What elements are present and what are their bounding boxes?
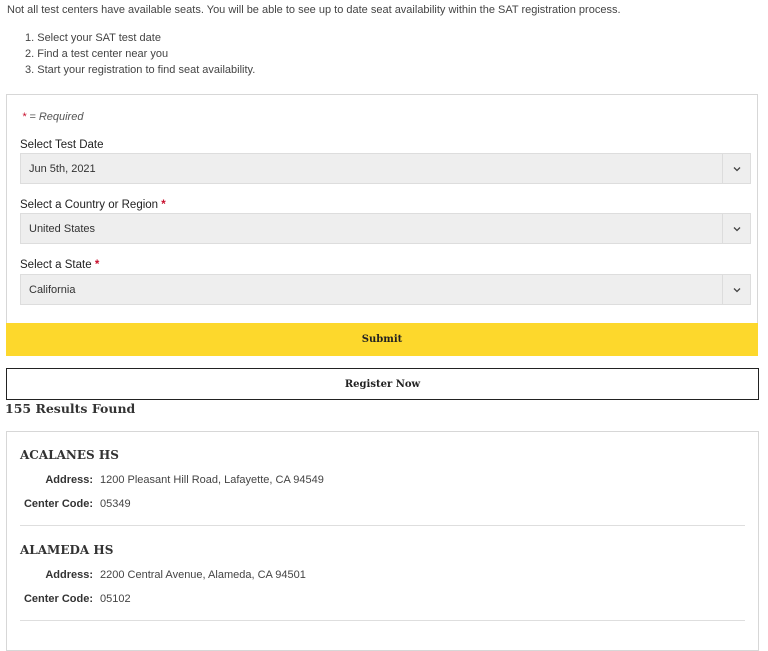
state-label-text: Select a State (20, 259, 92, 271)
country-label-text: Select a Country or Region (20, 199, 159, 211)
chevron-down-icon (722, 214, 750, 243)
required-star: * (94, 259, 100, 271)
search-form: * = Required Select Test Date Jun 5th, 2… (6, 94, 758, 356)
country-label: Select a Country or Region * (20, 199, 166, 211)
register-now-button[interactable]: Register Now (6, 368, 759, 400)
results-list: ACALANES HS Address: 1200 Pleasant Hill … (6, 431, 759, 651)
center-code-row: Center Code: 05102 (20, 587, 745, 611)
test-date-value: Jun 5th, 2021 (29, 162, 96, 175)
country-select[interactable]: United States (20, 213, 751, 244)
center-name: ALAMEDA HS (20, 543, 114, 557)
country-value: United States (29, 222, 96, 235)
steps-list: 1. Select your SAT test date 2. Find a t… (25, 30, 255, 78)
required-note: * = Required (22, 111, 83, 123)
divider (20, 620, 745, 621)
chevron-down-icon (722, 154, 750, 183)
divider (20, 525, 745, 526)
state-select[interactable]: California (20, 274, 751, 305)
step-item: 1. Select your SAT test date (25, 32, 161, 44)
center-code-row: Center Code: 05349 (20, 492, 745, 516)
address-label: Address: (45, 569, 93, 581)
center-name: ACALANES HS (20, 448, 119, 462)
center-code-value: 05102 (100, 593, 131, 605)
test-date-label: Select Test Date (20, 139, 104, 151)
test-date-select[interactable]: Jun 5th, 2021 (20, 153, 751, 184)
required-note-text: = Required (26, 111, 84, 123)
state-label: Select a State * (20, 259, 99, 271)
list-item: ACALANES HS Address: 1200 Pleasant Hill … (20, 448, 745, 516)
state-value: California (29, 283, 76, 296)
center-code-label: Center Code: (23, 498, 93, 510)
chevron-down-icon (722, 275, 750, 304)
center-code-label: Center Code: (23, 593, 93, 605)
step-item: 2. Find a test center near you (25, 48, 169, 60)
address-row: Address: 2200 Central Avenue, Alameda, C… (20, 563, 745, 587)
address-value: 2200 Central Avenue, Alameda, CA 94501 (100, 569, 306, 581)
intro-text: Not all test centers have available seat… (7, 4, 621, 16)
address-label: Address: (45, 474, 93, 486)
list-item: ALAMEDA HS Address: 2200 Central Avenue,… (20, 543, 745, 611)
results-count: 155 Results Found (5, 401, 136, 416)
required-star: * (161, 199, 166, 211)
address-row: Address: 1200 Pleasant Hill Road, Lafaye… (20, 468, 745, 492)
address-value: 1200 Pleasant Hill Road, Lafayette, CA 9… (100, 474, 324, 486)
submit-button[interactable]: Submit (6, 323, 758, 356)
step-item: 3. Start your registration to find seat … (25, 64, 256, 76)
center-code-value: 05349 (100, 498, 131, 510)
